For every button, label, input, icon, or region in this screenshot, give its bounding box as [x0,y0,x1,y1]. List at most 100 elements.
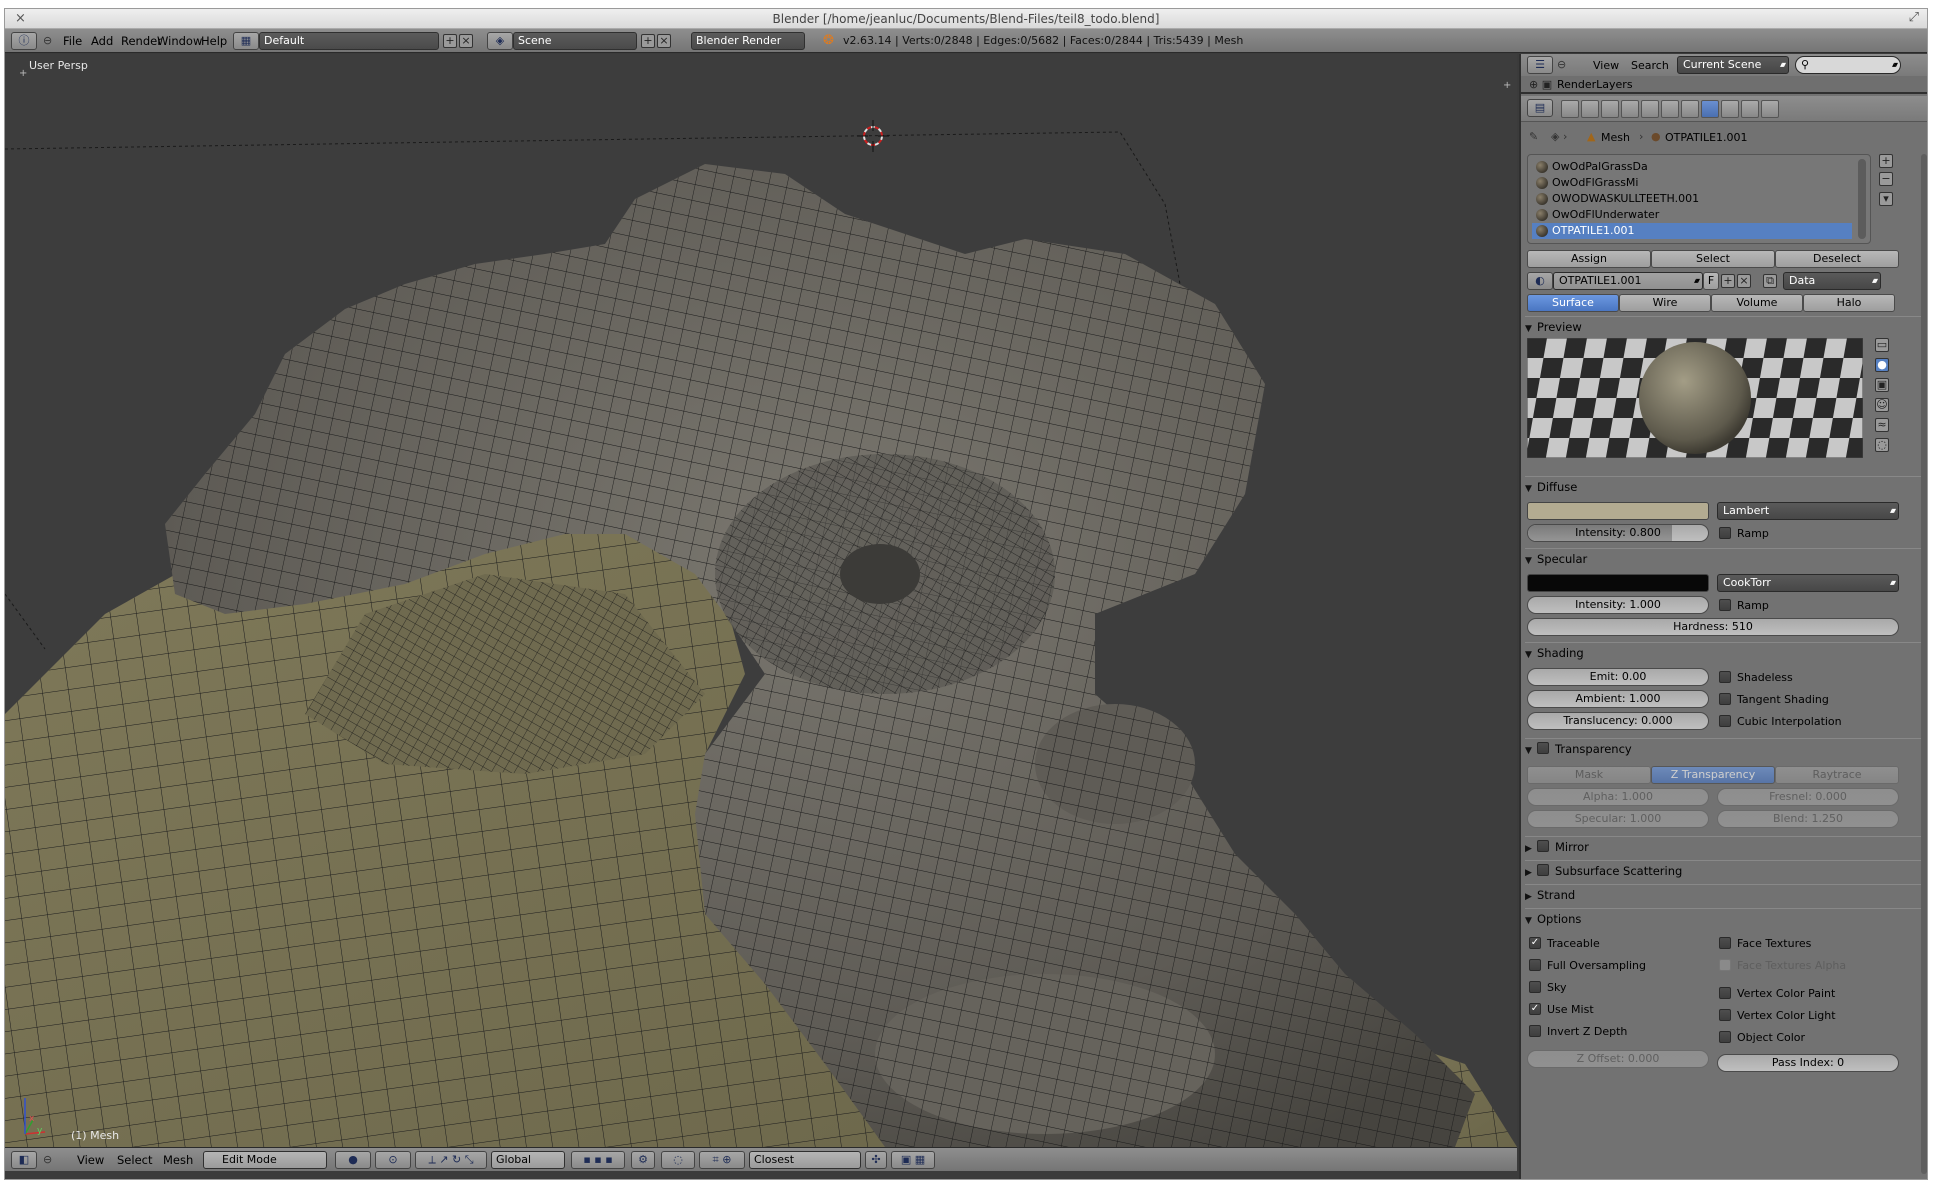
diffuse-panel-header[interactable]: ▼ Diffuse [1525,476,1923,496]
material-slot[interactable]: OwOdPalGrassDa [1532,159,1852,175]
menu-mesh[interactable]: Mesh [163,1151,193,1169]
tab-material-icon[interactable] [1701,100,1719,118]
material-link-icon[interactable]: ⧉ [1763,274,1777,288]
maximize-icon[interactable]: ⤢ [1909,10,1919,25]
render-engine-dropdown[interactable]: Blender Render [691,32,805,50]
specular-intensity-slider[interactable]: Intensity: 1.000 [1527,596,1709,614]
mirror-checkbox[interactable] [1537,840,1549,852]
viewport-shading-icon[interactable]: ● [335,1151,371,1169]
transparency-raytrace-button[interactable]: Raytrace [1775,766,1899,784]
remove-scene-icon[interactable]: × [657,34,671,48]
tab-surface[interactable]: Surface [1527,294,1619,312]
sky-checkbox[interactable] [1529,981,1541,993]
vertex-color-paint-checkbox[interactable] [1719,987,1731,999]
menu-render[interactable]: Render [121,32,162,50]
face-textures-alpha-checkbox[interactable] [1719,959,1731,971]
unlink-material-icon[interactable]: × [1737,274,1751,288]
pass-index-field[interactable]: Pass Index: 0 [1717,1054,1899,1072]
collapse-menus-icon[interactable]: ⊖ [43,1151,52,1169]
specular-color-swatch[interactable] [1527,574,1709,592]
snap-options-icon[interactable]: ✣ [865,1151,887,1169]
options-panel-header[interactable]: ▼ Options [1525,908,1923,928]
tab-object-icon[interactable] [1621,100,1639,118]
material-name-field[interactable]: OTPATILE1.001 [1553,272,1703,290]
tab-constraints-icon[interactable] [1641,100,1659,118]
fresnel-field[interactable]: Fresnel: 0.000 [1717,788,1899,806]
shadeless-checkbox[interactable] [1719,671,1731,683]
add-layout-icon[interactable]: + [443,34,457,48]
tab-modifiers-icon[interactable] [1661,100,1679,118]
browse-material-icon[interactable]: ◐ [1527,272,1553,290]
mirror-panel-header[interactable]: ▶ Mirror [1525,836,1923,856]
diffuse-ramp-checkbox[interactable] [1719,527,1731,539]
menu-file[interactable]: File [63,32,82,50]
outliner-filter-dropdown[interactable]: Current Scene [1677,56,1789,74]
diffuse-shader-dropdown[interactable]: Lambert [1717,502,1899,520]
mesh-render[interactable]: + + [5,54,1517,1147]
tab-texture-icon[interactable] [1721,100,1739,118]
orientation-dropdown[interactable]: Global [491,1151,565,1169]
strand-panel-header[interactable]: ▶ Strand [1525,884,1923,904]
add-material-slot-icon[interactable]: + [1879,154,1893,168]
tab-volume[interactable]: Volume [1711,294,1803,312]
tab-render-icon[interactable] [1561,100,1579,118]
z-offset-field[interactable]: Z Offset: 0.000 [1527,1050,1709,1068]
manipulator-icons[interactable]: ⟂ ↗ ↻ ⤡ [415,1151,487,1169]
menu-view[interactable]: View [77,1151,104,1169]
properties-type-icon[interactable]: ▤ [1527,99,1553,117]
blend-field[interactable]: Blend: 1.250 [1717,810,1899,828]
fake-user-button[interactable]: F [1703,272,1719,290]
material-specials-icon[interactable]: ▾ [1879,192,1893,206]
transparency-z-button[interactable]: Z Transparency [1651,766,1775,784]
material-slot[interactable]: OWODWASKULLTEETH.001 [1532,191,1852,207]
transparency-mask-button[interactable]: Mask [1527,766,1651,784]
select-mode-icons[interactable]: ▪ ▪ ▪ [571,1151,625,1169]
preview-cube-icon[interactable]: ▣ [1875,378,1889,392]
preview-sky-icon[interactable]: ◌ [1875,438,1889,452]
object-color-checkbox[interactable] [1719,1031,1731,1043]
specular-ramp-checkbox[interactable] [1719,599,1731,611]
transparency-specular-field[interactable]: Specular: 1.000 [1527,810,1709,828]
outliner-search-menu[interactable]: Search [1631,59,1669,72]
cubic-interpolation-checkbox[interactable] [1719,715,1731,727]
sss-checkbox[interactable] [1537,864,1549,876]
material-slot[interactable]: OwOdFlUnderwater [1532,207,1852,223]
transparency-panel-header[interactable]: ▼ Transparency [1525,738,1923,758]
outliner-row-renderlayers[interactable]: RenderLayers [1557,78,1633,91]
alpha-field[interactable]: Alpha: 1.000 [1527,788,1709,806]
outliner-view-menu[interactable]: View [1593,59,1619,72]
invert-z-depth-checkbox[interactable] [1529,1025,1541,1037]
outliner-search-input[interactable]: ⚲ [1795,56,1901,74]
proportional-edit-icon[interactable]: ◌ [661,1151,695,1169]
mode-dropdown[interactable]: Edit Mode [203,1151,327,1169]
pivot-point-icon[interactable]: ⊙ [375,1151,411,1169]
tab-wire[interactable]: Wire [1619,294,1711,312]
editor-type-info-icon[interactable]: ⓘ [11,32,37,50]
outliner-type-icon[interactable]: ☰ [1527,56,1553,74]
shading-panel-header[interactable]: ▼ Shading [1525,642,1923,662]
material-slot[interactable]: OwOdFlGrassMi [1532,175,1852,191]
opengl-render-icons[interactable]: ▣ ▦ [891,1151,935,1169]
diffuse-intensity-slider[interactable]: Intensity: 0.800 [1527,524,1709,542]
ambient-field[interactable]: Ambient: 1.000 [1527,690,1709,708]
menu-help[interactable]: Help [201,32,227,50]
deselect-button[interactable]: Deselect [1775,250,1899,268]
tab-data-icon[interactable] [1681,100,1699,118]
traceable-checkbox[interactable]: ✓ [1529,937,1541,949]
material-slot-list[interactable]: OwOdPalGrassDa OwOdFlGrassMi OWODWASKULL… [1527,154,1871,244]
new-material-icon[interactable]: + [1721,274,1735,288]
full-oversampling-checkbox[interactable] [1529,959,1541,971]
collapse-menus-icon[interactable]: ⊖ [43,32,52,50]
preview-monkey-icon[interactable]: ☺ [1875,398,1889,412]
collapse-icon[interactable]: ⊖ [1557,58,1566,71]
select-button[interactable]: Select [1651,250,1775,268]
material-list-scrollbar[interactable] [1858,159,1866,239]
snap-target-dropdown[interactable]: Closest [749,1151,861,1169]
vertex-color-light-checkbox[interactable] [1719,1009,1731,1021]
sss-panel-header[interactable]: ▶ Subsurface Scattering [1525,860,1923,880]
tab-particles-icon[interactable] [1741,100,1759,118]
screen-layout-icon[interactable]: ▦ [233,32,259,50]
face-textures-checkbox[interactable] [1719,937,1731,949]
specular-hardness-field[interactable]: Hardness: 510 [1527,618,1899,636]
scene-field[interactable]: Scene [513,32,637,50]
